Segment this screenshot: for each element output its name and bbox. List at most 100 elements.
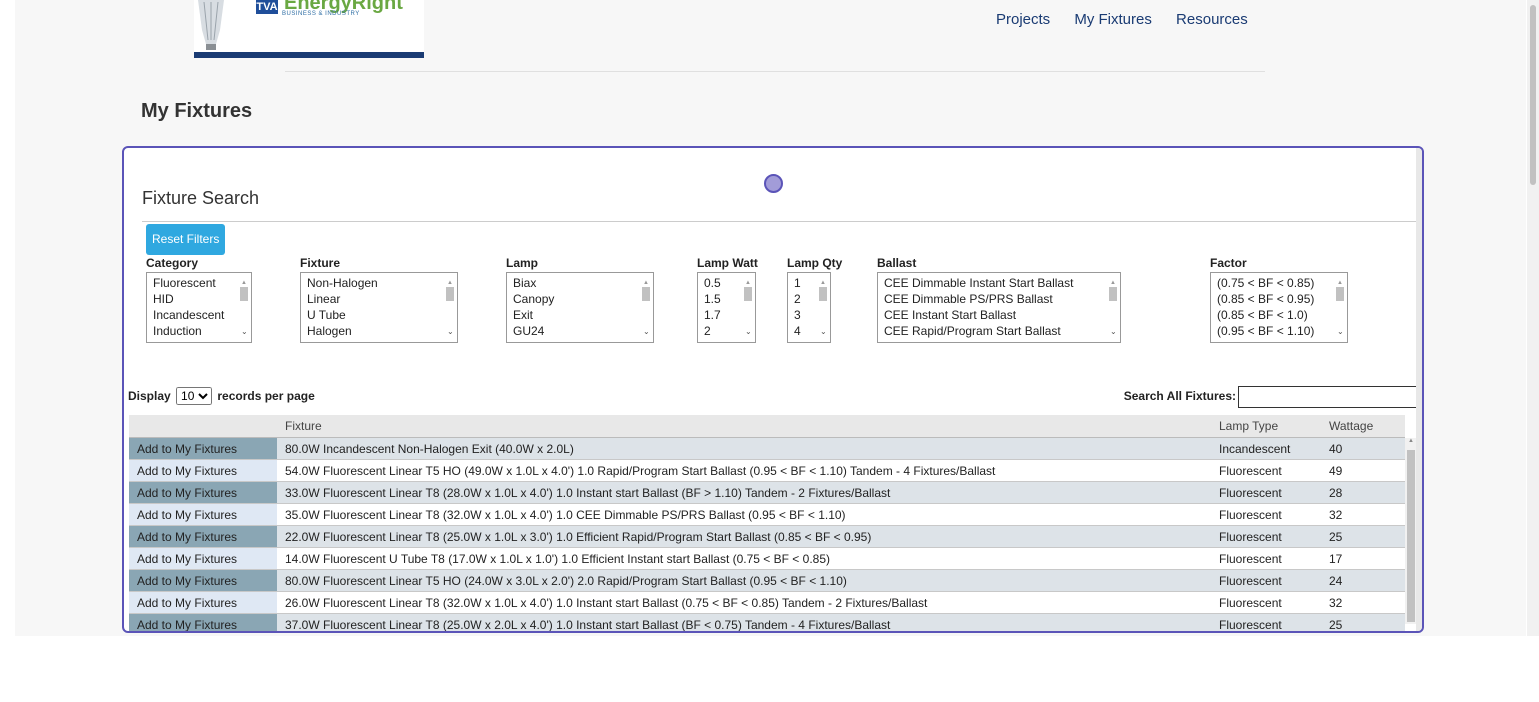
table-scrollbar-thumb[interactable] xyxy=(1407,450,1415,622)
add-to-my-fixtures-button[interactable]: Add to My Fixtures xyxy=(129,503,277,526)
lamp-type-cell: Fluorescent xyxy=(1211,569,1321,592)
listbox-scrollbar[interactable]: ▲ ⌄ xyxy=(239,275,249,340)
reset-filters-button[interactable]: Reset Filters xyxy=(146,224,226,255)
chevron-down-icon: ⌄ xyxy=(643,327,650,336)
table-row: Add to My Fixtures 54.0W Fluorescent Lin… xyxy=(129,459,1405,482)
factor-option[interactable]: (0.75 < BF < 0.85) xyxy=(1217,275,1341,291)
lamp-watt-listbox[interactable]: 0.5 1.5 1.7 2 ▲ ⌄ xyxy=(697,272,756,343)
loading-indicator xyxy=(764,174,783,193)
wattage-cell: 32 xyxy=(1321,503,1405,526)
lamp-listbox[interactable]: Biax Canopy Exit GU24 ▲ ⌄ xyxy=(506,272,654,343)
fixture-cell: 22.0W Fluorescent Linear T8 (25.0W x 1.0… xyxy=(277,525,1211,548)
lamp-type-cell: Fluorescent xyxy=(1211,481,1321,504)
category-option[interactable]: HID xyxy=(153,291,245,307)
chevron-down-icon: ⌄ xyxy=(1337,327,1344,336)
lamp-filter: Lamp Biax Canopy Exit GU24 ▲ ⌄ xyxy=(506,256,654,343)
top-nav: Projects My Fixtures Resources xyxy=(996,11,1268,28)
fixture-option[interactable]: Non-Halogen xyxy=(307,275,451,291)
lamp-qty-filter: Lamp Qty 1 2 3 4 ▲ ⌄ xyxy=(787,256,842,343)
lightbulb-icon xyxy=(198,0,224,50)
category-option[interactable]: Incandescent xyxy=(153,307,245,323)
lamp-label: Lamp xyxy=(506,256,539,270)
logo-sub-text: BUSINESS & INDUSTRY xyxy=(282,11,360,17)
lamp-option[interactable]: Canopy xyxy=(513,291,647,307)
lamp-qty-label: Lamp Qty xyxy=(787,256,843,270)
scroll-up-icon: ▲ xyxy=(1408,438,1414,444)
chevron-down-icon: ⌄ xyxy=(447,327,454,336)
fixture-cell: 37.0W Fluorescent Linear T8 (25.0W x 2.0… xyxy=(277,613,1211,631)
factor-listbox[interactable]: (0.75 < BF < 0.85) (0.85 < BF < 0.95) (0… xyxy=(1210,272,1348,343)
factor-option[interactable]: (0.85 < BF < 1.0) xyxy=(1217,307,1341,323)
add-to-my-fixtures-button[interactable]: Add to My Fixtures xyxy=(129,547,277,570)
add-to-my-fixtures-button[interactable]: Add to My Fixtures xyxy=(129,525,277,548)
ballast-option[interactable]: CEE Rapid/Program Start Ballast xyxy=(884,323,1114,339)
add-to-my-fixtures-button[interactable]: Add to My Fixtures xyxy=(129,481,277,504)
ballast-option[interactable]: CEE Instant Start Ballast xyxy=(884,307,1114,323)
ballast-label: Ballast xyxy=(877,256,917,270)
category-option[interactable]: Induction xyxy=(153,323,245,339)
ballast-option[interactable]: CEE Dimmable Instant Start Ballast xyxy=(884,275,1114,291)
ballast-listbox[interactable]: CEE Dimmable Instant Start Ballast CEE D… xyxy=(877,272,1121,343)
table-row: Add to My Fixtures 35.0W Fluorescent Lin… xyxy=(129,503,1405,526)
add-to-my-fixtures-button[interactable]: Add to My Fixtures xyxy=(129,437,277,460)
factor-option[interactable]: (0.95 < BF < 1.10) xyxy=(1217,323,1341,339)
add-to-my-fixtures-button[interactable]: Add to My Fixtures xyxy=(129,459,277,482)
lamp-qty-listbox[interactable]: 1 2 3 4 ▲ ⌄ xyxy=(787,272,831,343)
lamp-type-cell: Fluorescent xyxy=(1211,525,1321,548)
fixture-filter: Fixture Non-Halogen Linear U Tube Haloge… xyxy=(300,256,458,343)
category-option[interactable]: Fluorescent xyxy=(153,275,245,291)
fixture-option[interactable]: U Tube xyxy=(307,307,451,323)
search-label: Search All Fixtures: xyxy=(1123,389,1236,404)
add-to-my-fixtures-button[interactable]: Add to My Fixtures xyxy=(129,569,277,592)
display-suffix: records per page xyxy=(217,389,315,403)
fixture-listbox[interactable]: Non-Halogen Linear U Tube Halogen ▲ ⌄ xyxy=(300,272,458,343)
category-listbox[interactable]: Fluorescent HID Incandescent Induction ▲… xyxy=(146,272,252,343)
lamp-type-cell: Fluorescent xyxy=(1211,459,1321,482)
nav-my-fixtures[interactable]: My Fixtures xyxy=(1074,11,1152,28)
column-header-fixture[interactable]: Fixture xyxy=(277,415,1211,438)
lamp-option[interactable]: Exit xyxy=(513,307,647,323)
column-header-lamp-type[interactable]: Lamp Type xyxy=(1211,415,1321,438)
fixtures-table: Fixture Lamp Type Wattage Add to My Fixt… xyxy=(129,415,1405,631)
fixture-search-title: Fixture Search xyxy=(142,188,260,208)
fixture-option[interactable]: Linear xyxy=(307,291,451,307)
energyright-logo[interactable]: TVA EnergyRight BUSINESS & INDUSTRY xyxy=(194,0,424,58)
table-row: Add to My Fixtures 37.0W Fluorescent Lin… xyxy=(129,613,1405,631)
listbox-scrollbar[interactable]: ▲ ⌄ xyxy=(641,275,651,340)
page-scrollbar[interactable] xyxy=(1527,0,1539,636)
wattage-cell: 49 xyxy=(1321,459,1405,482)
records-per-page-select[interactable]: 10 xyxy=(176,387,213,405)
page-scrollbar-thumb[interactable] xyxy=(1530,5,1536,185)
table-header-row: Fixture Lamp Type Wattage xyxy=(129,415,1405,438)
ballast-option[interactable]: CEE Dimmable PS/PRS Ballast xyxy=(884,291,1114,307)
factor-filter: Factor (0.75 < BF < 0.85) (0.85 < BF < 0… xyxy=(1210,256,1348,343)
lamp-option[interactable]: Biax xyxy=(513,275,647,291)
listbox-scrollbar[interactable]: ▲ ⌄ xyxy=(818,275,828,340)
chevron-down-icon: ⌄ xyxy=(820,327,827,336)
column-header-action xyxy=(129,415,277,438)
wattage-cell: 25 xyxy=(1321,525,1405,548)
nav-resources[interactable]: Resources xyxy=(1176,11,1248,28)
listbox-scrollbar[interactable]: ▲ ⌄ xyxy=(743,275,753,340)
lamp-watt-filter: Lamp Watt 0.5 1.5 1.7 2 ▲ ⌄ xyxy=(697,256,758,343)
factor-option[interactable]: (0.85 < BF < 0.95) xyxy=(1217,291,1341,307)
fixture-search-panel: Fixture Search Reset Filters Category Fl… xyxy=(122,146,1424,633)
factor-label: Factor xyxy=(1210,256,1247,270)
panel-scrollbar[interactable] xyxy=(1416,148,1422,631)
fixture-cell: 80.0W Incandescent Non-Halogen Exit (40.… xyxy=(277,437,1211,460)
table-row: Add to My Fixtures 33.0W Fluorescent Lin… xyxy=(129,481,1405,504)
fixture-cell: 14.0W Fluorescent U Tube T8 (17.0W x 1.0… xyxy=(277,547,1211,570)
column-header-wattage[interactable]: Wattage xyxy=(1321,415,1405,438)
nav-projects[interactable]: Projects xyxy=(996,11,1050,28)
lamp-option[interactable]: GU24 xyxy=(513,323,647,339)
add-to-my-fixtures-button[interactable]: Add to My Fixtures xyxy=(129,613,277,631)
ballast-filter: Ballast CEE Dimmable Instant Start Balla… xyxy=(877,256,1121,343)
add-to-my-fixtures-button[interactable]: Add to My Fixtures xyxy=(129,591,277,614)
listbox-scrollbar[interactable]: ▲ ⌄ xyxy=(445,275,455,340)
lamp-type-cell: Fluorescent xyxy=(1211,547,1321,570)
fixture-option[interactable]: Halogen xyxy=(307,323,451,339)
search-input[interactable] xyxy=(1238,386,1418,408)
listbox-scrollbar[interactable]: ▲ ⌄ xyxy=(1108,275,1118,340)
listbox-scrollbar[interactable]: ▲ ⌄ xyxy=(1335,275,1345,340)
page-title: My Fixtures xyxy=(141,100,253,122)
